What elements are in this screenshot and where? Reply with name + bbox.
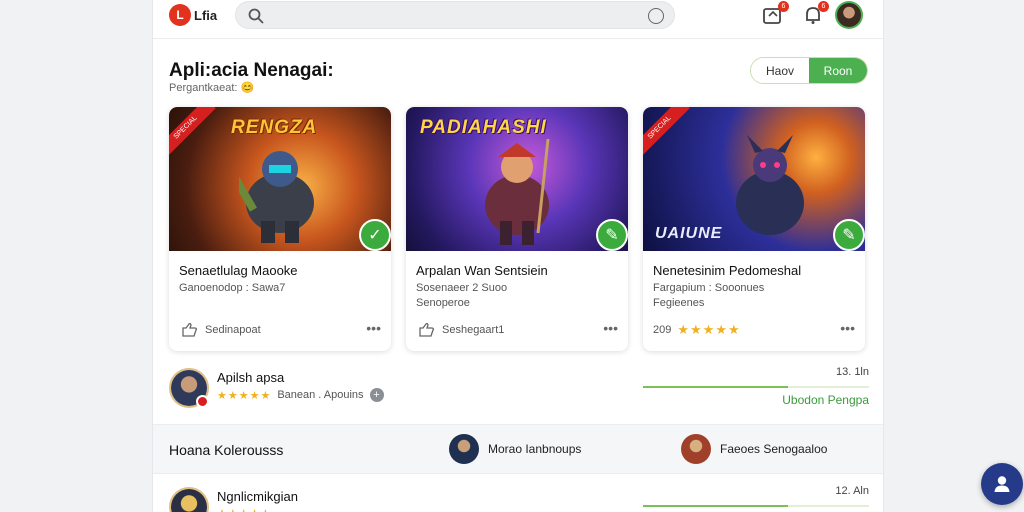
avatar-status-icon [196, 395, 209, 408]
more-options-icon[interactable]: ••• [603, 320, 618, 336]
special-ribbon: SPECIAL [643, 107, 690, 158]
game-card-meta: Sosenaeer 2 Suoo Senoperoe [416, 281, 616, 311]
hero-figure-icon [485, 138, 550, 245]
top-bar: L Lfia 6 6 [153, 0, 883, 36]
section-header: Hoana Kolerousss Morao Ianbnoups Faeoes … [153, 424, 883, 474]
row-progress-bar [643, 505, 869, 507]
row-meta: ★★★★★ [217, 507, 271, 512]
like-icon[interactable] [179, 322, 199, 338]
row-meta: ★★★★★ Banean . Apouins + [217, 388, 384, 402]
game-card-footer-text: Sedinapoat [205, 324, 261, 336]
chip-avatar [449, 434, 479, 464]
chip-label: Morao Ianbnoups [488, 442, 582, 456]
row-name: Ngnlicmikgian [217, 489, 298, 504]
game-card-footer: 209 ★★★★★ ••• [653, 320, 855, 340]
app-logo[interactable]: L Lfia [169, 4, 217, 26]
rating-stars: ★★★★★ [217, 389, 272, 402]
row-name: Apilsh apsa [217, 370, 285, 385]
user-avatar[interactable] [835, 1, 863, 29]
row-progress-fill [643, 386, 788, 388]
game-card-name: Nenetesinim Pedomeshal [653, 263, 802, 278]
row-avatar [169, 487, 209, 512]
chip-avatar [681, 434, 711, 464]
game-card-name: Arpalan Wan Sentsiein [416, 263, 548, 278]
chip-label: Faeoes Senogaaloo [720, 442, 828, 456]
game-card-meta-line: Ganoenodop : Sawa7 [179, 282, 286, 294]
game-card[interactable]: PADIAHASHI ✎ Arpalan Wan Sentsiein Sosen… [406, 107, 628, 351]
game-card-image: SPECIAL UAIUNE ✎ [643, 107, 865, 251]
main-panel: L Lfia 6 6 Apli:acia Nenagai: Pergantkae… [152, 0, 884, 512]
header-divider [153, 38, 883, 39]
game-card-score: 209 [653, 324, 672, 336]
install-check-button[interactable]: ✓ [359, 219, 391, 251]
toggle-left-button[interactable]: Haov [751, 58, 809, 83]
toggle-right-button[interactable]: Roon [809, 58, 867, 83]
row-progress-fill [643, 505, 788, 507]
rating-stars: ★★★★★ [677, 322, 741, 337]
hero-figure-icon [239, 151, 314, 243]
user-icon [994, 476, 1010, 492]
row-avatar [169, 368, 209, 408]
row-meta-text: Banean . Apouins [277, 389, 364, 401]
inbox-button[interactable]: 6 [761, 1, 789, 27]
logo-mark-icon: L [169, 4, 191, 26]
install-check-button[interactable]: ✎ [833, 219, 865, 251]
notification-badge: 6 [818, 1, 829, 12]
game-card-meta: Fargapium : Sooonues Fegieenes [653, 281, 853, 311]
game-card-image: SPECIAL RENGZA ✓ [169, 107, 391, 251]
section-chip[interactable]: Morao Ianbnoups [449, 434, 581, 464]
game-card-footer: Seshegaart1 ••• [416, 320, 618, 340]
add-icon[interactable]: + [369, 388, 384, 402]
floating-action-button[interactable] [981, 463, 1023, 505]
row-progress-bar [643, 386, 869, 388]
game-card[interactable]: SPECIAL RENGZA ✓ Senaetlulag Maooke Gano… [169, 107, 391, 351]
search-bar[interactable] [235, 1, 675, 29]
section-chip[interactable]: Faeoes Senogaaloo [681, 434, 827, 464]
page-subtitle: Pergantkaeat: 😊 [169, 82, 255, 94]
game-art-banner: UAIUNE [655, 225, 723, 242]
search-options-icon[interactable] [648, 8, 664, 24]
row-time: 13. 1ln [835, 366, 869, 378]
game-card-image: PADIAHASHI ✎ [406, 107, 628, 251]
install-check-button[interactable]: ✎ [596, 219, 628, 251]
list-item[interactable]: Apilsh apsa ★★★★★ Banean . Apouins + 13.… [169, 366, 869, 414]
search-input[interactable] [272, 6, 632, 26]
game-card-meta-line: Fegieenes [653, 297, 705, 309]
game-card-meta-line: Senoperoe [416, 297, 470, 309]
game-card-footer: Sedinapoat ••• [179, 320, 381, 340]
game-card-footer-text: Seshegaart1 [442, 324, 505, 336]
game-card[interactable]: SPECIAL UAIUNE ✎ Nenetesinim Pedomeshal … [643, 107, 865, 351]
rating-stars: ★★★★★ [217, 507, 271, 512]
game-card-meta: Ganoenodop : Sawa7 [179, 281, 379, 296]
view-toggle: Haov Roon [750, 57, 868, 84]
special-ribbon: SPECIAL [169, 107, 216, 158]
game-card-name: Senaetlulag Maooke [179, 263, 298, 278]
section-title: Hoana Kolerousss [169, 442, 284, 458]
page-title: Apli:acia Nenagai: [169, 60, 334, 81]
logo-text: Lfia [194, 7, 218, 23]
row-time: 12. Aln [835, 485, 869, 497]
game-card-meta-line: Fargapium : Sooonues [653, 282, 765, 294]
more-options-icon[interactable]: ••• [840, 320, 855, 336]
like-icon[interactable] [416, 322, 436, 338]
hero-figure-icon [736, 135, 804, 235]
search-icon [248, 8, 264, 24]
row-action-link[interactable]: Ubodon Pengpa [782, 393, 869, 407]
list-item[interactable]: Ngnlicmikgian ★★★★★ 12. Aln [169, 485, 869, 512]
game-card-meta-line: Sosenaeer 2 Suoo [416, 282, 508, 294]
inbox-badge: 6 [778, 1, 789, 12]
notifications-button[interactable]: 6 [801, 1, 829, 27]
more-options-icon[interactable]: ••• [366, 320, 381, 336]
